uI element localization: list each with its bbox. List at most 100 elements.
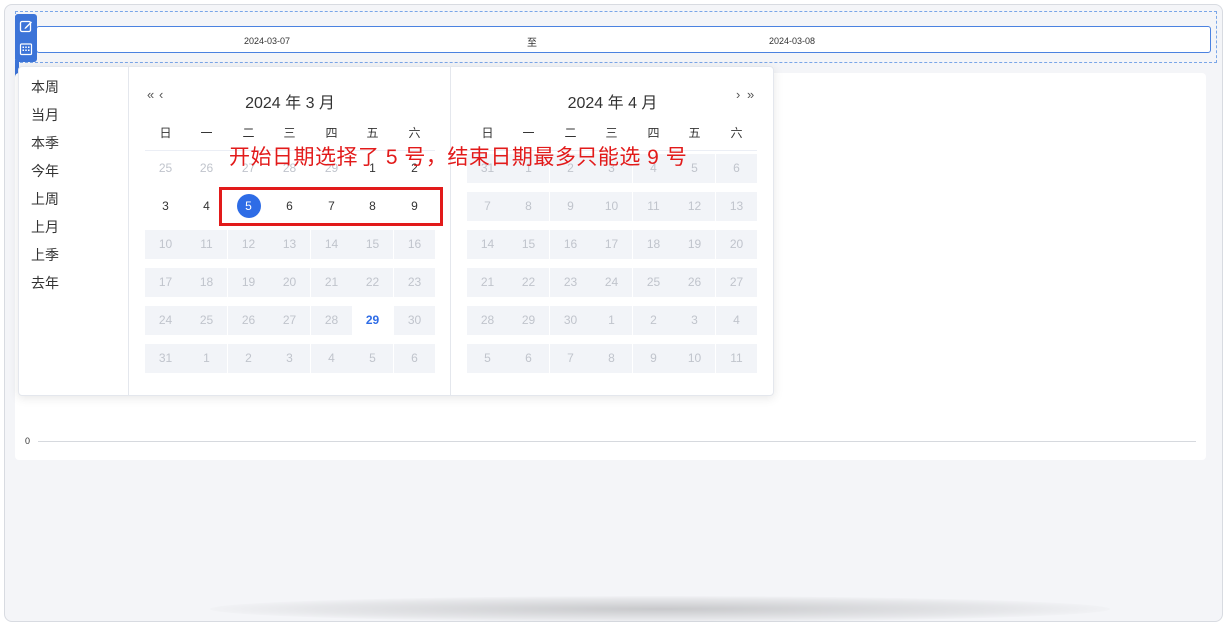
day-cell: 10 [674,344,715,373]
today-day-cell[interactable]: 29 [352,306,393,335]
weekday-header-left: 日 一 二 三 四 五 六 [145,124,435,140]
day-cell: 14 [467,230,508,259]
day-cell[interactable]: 25 [145,154,186,183]
weekday-label: 一 [522,126,535,140]
day-cell: 7 [467,192,508,221]
day-cell: 2 [633,306,674,335]
day-cell: 17 [591,230,632,259]
day-cell: 23 [550,268,591,297]
day-cell: 26 [228,306,269,335]
calendar-title-left: 2024 年 3 月 [245,95,335,112]
x-axis-line [38,441,1196,442]
day-cell: 31 [145,344,186,373]
day-cell: 10 [591,192,632,221]
edit-icon[interactable] [17,17,35,35]
day-cell: 16 [394,230,435,259]
component-toolbar [15,14,37,62]
range-start-value[interactable]: 2024-03-07 [244,36,290,46]
date-range-input[interactable]: 2024-03-07 至 2024-03-08 [36,26,1211,53]
day-cell: 21 [311,268,352,297]
day-cell: 15 [352,230,393,259]
calendar-panel-april: 2024 年 4 月 › » 日 一 二 三 四 五 六 31 1 2 3 4 5 6 7 8 9… [452,67,773,395]
day-cell: 25 [633,268,674,297]
shortcut-last-week[interactable]: 上周 [19,189,128,217]
shortcut-this-month[interactable]: 当月 [19,105,128,133]
weekday-label: 五 [688,126,701,140]
date-range-picker: 本周 当月 本季 今年 上周 上月 上季 去年 « ‹ 2024 年 3 月 日… [18,66,774,396]
next-month-icon[interactable]: › [736,87,740,102]
day-cell: 27 [716,268,757,297]
day-cell: 24 [591,268,632,297]
calendar-grid-icon[interactable] [17,40,35,58]
annotation-note: 开始日期选择了 5 号，结束日期最多只能选 9 号 [229,146,688,169]
shortcut-last-year[interactable]: 去年 [19,273,128,301]
day-cell: 5 [467,344,508,373]
day-cell: 3 [674,306,715,335]
calendar-panel-march: « ‹ 2024 年 3 月 日 一 二 三 四 五 六 25 26 27 28 29 1… [130,67,451,395]
day-cell: 3 [269,344,310,373]
day-cell: 28 [311,306,352,335]
weekday-label: 六 [730,126,743,140]
day-cell[interactable]: 26 [186,154,227,183]
bottom-shadow [210,596,1110,622]
shortcut-this-year[interactable]: 今年 [19,161,128,189]
day-cell: 22 [508,268,549,297]
weekday-label: 日 [481,126,494,140]
day-cell: 22 [352,268,393,297]
day-cell: 21 [467,268,508,297]
shortcut-this-week[interactable]: 本周 [19,77,128,105]
y-axis-zero-label: 0 [25,436,31,446]
day-cell: 9 [633,344,674,373]
day-cell: 19 [228,268,269,297]
day-cell: 18 [633,230,674,259]
day-cell: 9 [550,192,591,221]
day-cell: 11 [716,344,757,373]
weekday-label: 二 [242,126,255,140]
day-cell: 24 [145,306,186,335]
weekday-label: 三 [283,126,296,140]
day-cell[interactable]: 3 [145,192,186,221]
day-cell: 8 [508,192,549,221]
next-year-icon[interactable]: » [747,87,754,102]
day-cell: 13 [716,192,757,221]
day-cell: 1 [591,306,632,335]
day-cell: 30 [394,306,435,335]
day-cell: 11 [633,192,674,221]
weekday-label: 四 [325,126,338,140]
weekday-label: 三 [605,126,618,140]
weekday-label: 四 [647,126,660,140]
day-cell: 2 [228,344,269,373]
day-cell: 1 [186,344,227,373]
shortcut-last-quarter[interactable]: 上季 [19,245,128,273]
day-cell: 6 [716,154,757,183]
day-cell: 17 [145,268,186,297]
range-end-value[interactable]: 2024-03-08 [769,36,815,46]
shortcut-sidebar: 本周 当月 本季 今年 上周 上月 上季 去年 [19,67,129,395]
calendar-title-right: 2024 年 4 月 [567,95,658,112]
day-cell: 7 [550,344,591,373]
day-cell: 12 [228,230,269,259]
day-cell: 8 [591,344,632,373]
day-cell: 20 [269,268,310,297]
calendar-header-right: 2024 年 4 月 › » [452,87,773,112]
day-cell: 28 [467,306,508,335]
weekday-label: 一 [200,126,213,140]
calendar-header-left: « ‹ 2024 年 3 月 [130,87,450,112]
day-cell: 12 [674,192,715,221]
day-cell: 30 [550,306,591,335]
day-cell: 13 [269,230,310,259]
range-separator: 至 [527,38,537,49]
weekday-label: 五 [366,126,379,140]
day-cell: 10 [145,230,186,259]
weekday-label: 二 [564,126,577,140]
weekday-header-right: 日 一 二 三 四 五 六 [467,124,757,140]
day-cell: 19 [674,230,715,259]
shortcut-last-month[interactable]: 上月 [19,217,128,245]
day-cell: 14 [311,230,352,259]
day-cell: 25 [186,306,227,335]
day-cell: 29 [508,306,549,335]
annotation-highlight-box [219,187,443,226]
day-cell: 27 [269,306,310,335]
shortcut-this-quarter[interactable]: 本季 [19,133,128,161]
day-cell: 4 [311,344,352,373]
